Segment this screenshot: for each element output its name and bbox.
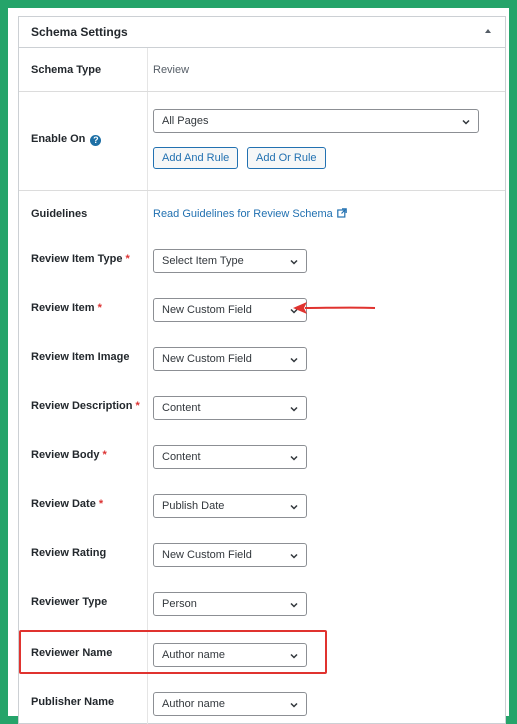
review-date-label-text: Review Date bbox=[31, 498, 96, 510]
chevron-down-icon bbox=[290, 455, 298, 461]
required-marker: * bbox=[125, 253, 130, 265]
review-item-select[interactable]: New Custom Field bbox=[153, 298, 307, 322]
review-item-label: Review Item * bbox=[31, 302, 102, 314]
question-circle-icon[interactable]: ? bbox=[90, 135, 102, 146]
publisher-name-select[interactable]: Author name bbox=[153, 692, 307, 716]
review-date-value: Publish Date bbox=[162, 500, 225, 512]
review-item-type-value: Select Item Type bbox=[162, 255, 244, 267]
review-item-label-text: Review Item bbox=[31, 302, 95, 314]
annotation-arrow-icon bbox=[293, 302, 376, 314]
required-marker: * bbox=[135, 400, 140, 412]
publisher-name-label: Publisher Name bbox=[31, 696, 115, 708]
required-marker: * bbox=[98, 498, 104, 510]
schema-type-value: Review bbox=[153, 64, 190, 76]
enable-on-select-value: All Pages bbox=[162, 115, 209, 127]
review-item-image-value: New Custom Field bbox=[162, 353, 252, 365]
review-item-image-select[interactable]: New Custom Field bbox=[153, 347, 307, 371]
review-body-value: Content bbox=[162, 451, 201, 463]
chevron-down-icon bbox=[462, 119, 470, 125]
add-and-rule-button[interactable]: Add And Rule bbox=[153, 147, 239, 169]
review-item-type-select[interactable]: Select Item Type bbox=[153, 249, 307, 273]
review-description-select[interactable]: Content bbox=[153, 396, 307, 420]
reviewer-name-highlight bbox=[19, 630, 327, 674]
enable-on-select[interactable]: All Pages bbox=[153, 109, 479, 133]
panel-title: Schema Settings bbox=[31, 25, 128, 39]
add-or-rule-button[interactable]: Add Or Rule bbox=[247, 147, 326, 169]
enable-on-label: Enable On? bbox=[31, 133, 102, 146]
review-body-label-text: Review Body bbox=[31, 449, 100, 461]
reviewer-type-select[interactable]: Person bbox=[153, 592, 307, 616]
row-divider bbox=[19, 91, 505, 92]
required-marker: * bbox=[102, 449, 107, 461]
reviewer-type-value: Person bbox=[162, 598, 197, 610]
review-rating-label: Review Rating bbox=[31, 547, 107, 559]
review-date-label: Review Date * bbox=[31, 498, 103, 510]
schema-type-label: Schema Type bbox=[31, 64, 102, 76]
reviewer-type-label: Reviewer Type bbox=[31, 596, 108, 608]
review-description-label-text: Review Description bbox=[31, 400, 133, 412]
required-marker: * bbox=[97, 302, 102, 314]
review-rating-select[interactable]: New Custom Field bbox=[153, 543, 307, 567]
chevron-down-icon bbox=[290, 504, 298, 510]
review-guidelines-link[interactable]: Read Guidelines for Review Schema bbox=[153, 208, 347, 220]
chevron-down-icon bbox=[290, 702, 298, 708]
chevron-down-icon bbox=[290, 602, 298, 608]
review-rating-value: New Custom Field bbox=[162, 549, 252, 561]
review-description-value: Content bbox=[162, 402, 201, 414]
review-item-value: New Custom Field bbox=[162, 304, 252, 316]
panel-header[interactable]: Schema Settings bbox=[19, 17, 505, 48]
guidelines-label: Guidelines bbox=[31, 208, 88, 220]
triangle-up-icon[interactable] bbox=[483, 26, 493, 36]
review-item-type-label-text: Review Item Type bbox=[31, 253, 123, 265]
publisher-name-value: Author name bbox=[162, 698, 225, 710]
column-divider bbox=[147, 48, 148, 724]
external-link-icon bbox=[336, 208, 347, 218]
chevron-down-icon bbox=[290, 259, 298, 265]
chevron-down-icon bbox=[290, 357, 298, 363]
review-date-select[interactable]: Publish Date bbox=[153, 494, 307, 518]
review-body-select[interactable]: Content bbox=[153, 445, 307, 469]
review-item-type-label: Review Item Type * bbox=[31, 253, 130, 265]
chevron-down-icon bbox=[290, 406, 298, 412]
row-divider bbox=[19, 190, 505, 191]
chevron-down-icon bbox=[290, 553, 298, 559]
review-description-label: Review Description * bbox=[31, 400, 140, 412]
enable-on-label-text: Enable On bbox=[31, 133, 86, 145]
review-item-image-label: Review Item Image bbox=[31, 351, 130, 363]
review-guidelines-link-text: Read Guidelines for Review Schema bbox=[153, 208, 333, 220]
review-body-label: Review Body * bbox=[31, 449, 107, 461]
schema-settings-panel: Schema Settings Schema Type Review Enabl… bbox=[18, 16, 506, 724]
